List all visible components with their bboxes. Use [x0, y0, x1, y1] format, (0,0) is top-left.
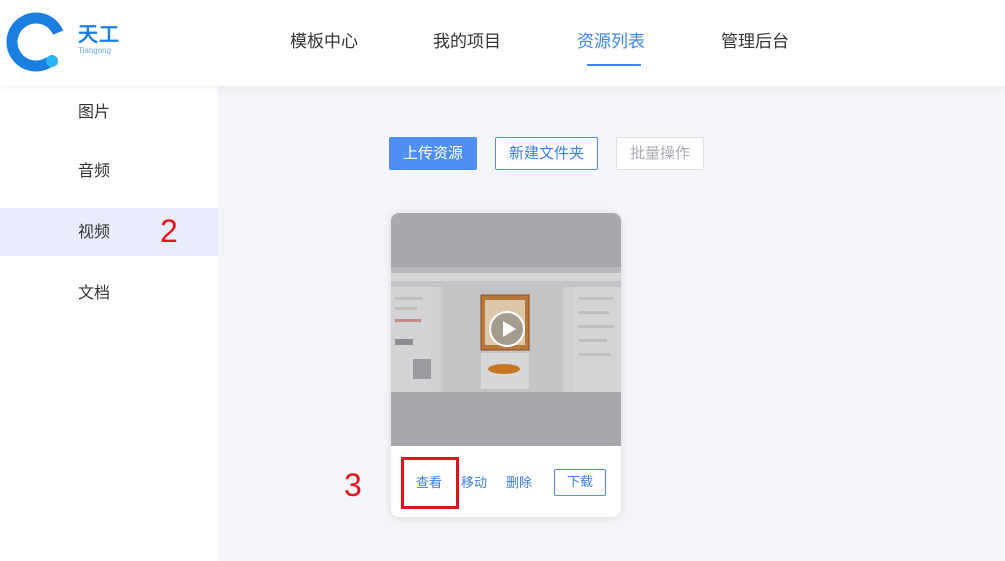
move-link[interactable]: 移动	[461, 475, 487, 493]
top-header: 天工 Tiangong 模板中心 我的项目 资源列表 管理后台	[0, 0, 1005, 86]
sidebar-item-video[interactable]: 视频	[0, 208, 218, 256]
sidebar: 图片 音频 视频 文档	[0, 86, 218, 561]
delete-link[interactable]: 删除	[506, 475, 532, 493]
sidebar-item-documents[interactable]: 文档	[0, 269, 218, 317]
play-icon[interactable]	[489, 311, 525, 347]
nav-my-projects[interactable]: 我的项目	[433, 30, 501, 54]
annotation-step-2: 2	[160, 213, 178, 249]
sidebar-item-images[interactable]: 图片	[0, 88, 218, 136]
video-thumbnail[interactable]	[391, 213, 621, 446]
nav-resource-list[interactable]: 资源列表	[577, 30, 645, 54]
sidebar-item-audio[interactable]: 音频	[0, 147, 218, 195]
nav-admin[interactable]: 管理后台	[721, 30, 789, 54]
batch-operation-button: 批量操作	[616, 137, 704, 170]
annotation-highlight-box	[401, 457, 459, 509]
new-folder-button[interactable]: 新建文件夹	[495, 137, 598, 170]
upload-resource-button[interactable]: 上传资源	[389, 137, 477, 170]
annotation-step-3: 3	[344, 467, 362, 503]
main-content: 上传资源 新建文件夹 批量操作 查看 移动 删除 下载	[218, 86, 1005, 561]
main-nav: 模板中心 我的项目 资源列表 管理后台	[0, 30, 1005, 60]
download-button[interactable]: 下载	[554, 469, 606, 496]
nav-active-indicator	[587, 64, 641, 66]
nav-template-center[interactable]: 模板中心	[290, 30, 358, 54]
